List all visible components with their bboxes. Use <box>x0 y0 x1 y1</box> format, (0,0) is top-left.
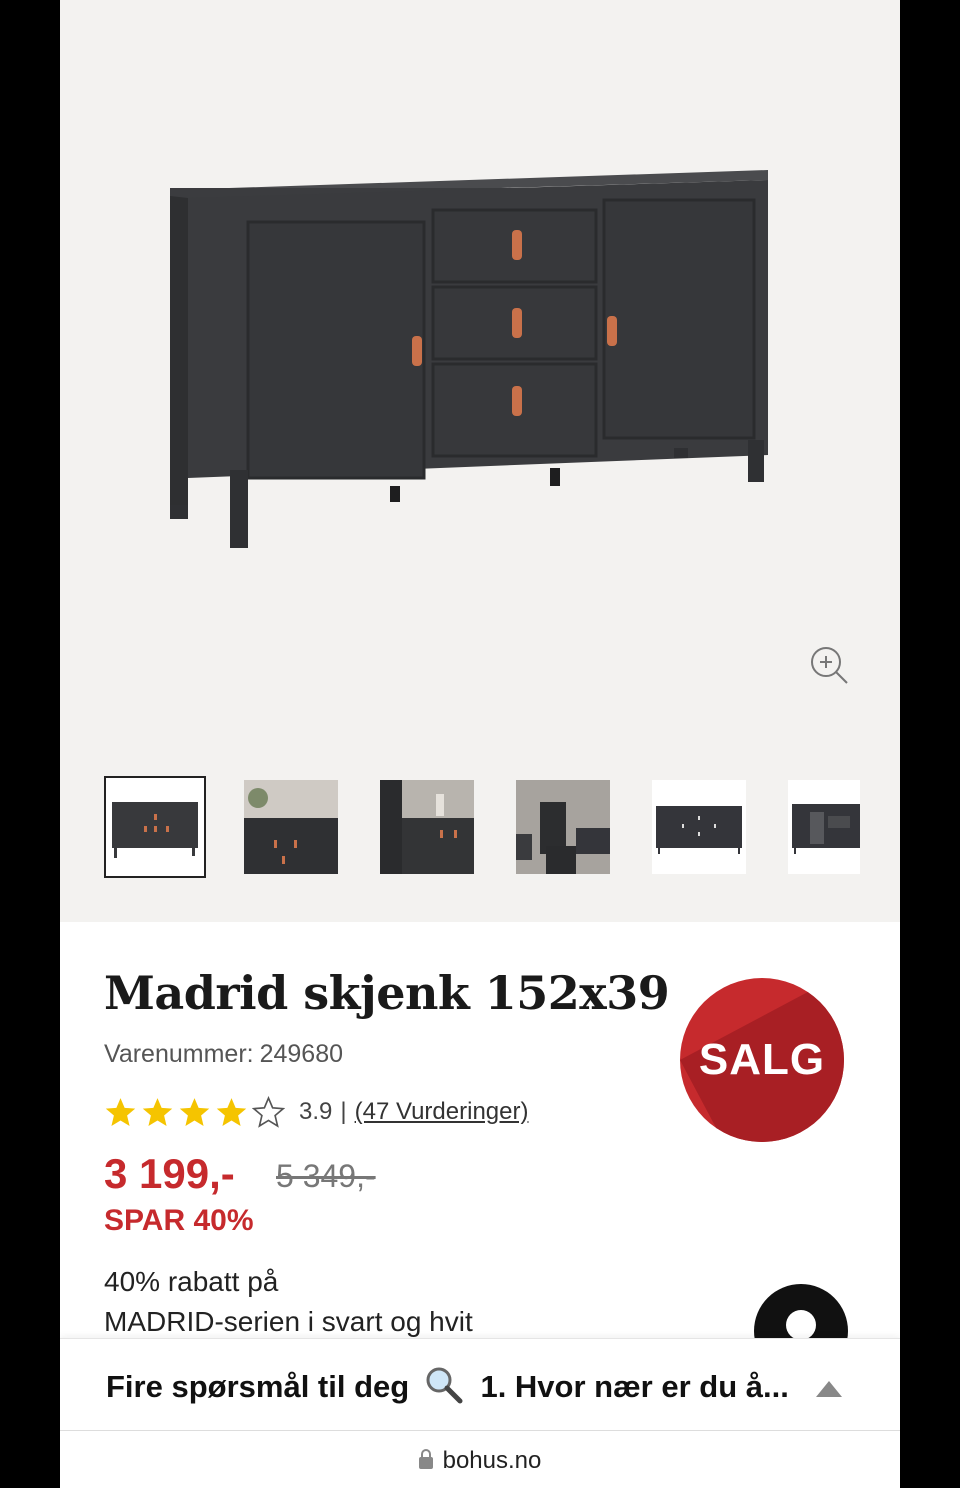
promo-line-1: 40% rabatt på <box>104 1266 279 1297</box>
thumbnail-strip <box>60 776 900 884</box>
sku-label: Varenummer: <box>104 1040 254 1068</box>
rating-value: 3.9 <box>299 1098 333 1125</box>
zoom-icon[interactable] <box>808 644 850 686</box>
magnifying-glass-icon <box>426 1367 463 1404</box>
browser-url-bar[interactable]: bohus.no <box>60 1430 900 1488</box>
survey-banner[interactable]: Fire spørsmål til deg 1. Hvor nær er du … <box>60 1338 900 1431</box>
product-title: Madrid skjenk 152x39 <box>104 966 670 1020</box>
thumbnail-4[interactable] <box>516 780 610 874</box>
image-gallery <box>60 0 900 922</box>
sku-line: Varenummer: 249680 <box>104 1040 343 1069</box>
rating: 3.9 | (47 Vurderinger) <box>104 1094 528 1130</box>
product-page: Madrid skjenk 152x39 Varenummer: 249680 S… <box>60 0 900 1488</box>
thumbnail-3[interactable] <box>380 780 474 874</box>
survey-banner-question: 1. Hvor nær er du å... <box>480 1369 789 1404</box>
star-full-icon <box>142 1097 173 1126</box>
thumbnail-5[interactable] <box>652 780 746 874</box>
sale-badge: SALG <box>680 978 844 1142</box>
url-text: bohus.no <box>60 1447 900 1475</box>
star-full-icon <box>216 1097 247 1126</box>
url-domain: bohus.no <box>442 1447 542 1474</box>
survey-banner-title: Fire spørsmål til deg <box>106 1369 410 1404</box>
star-full-icon <box>179 1097 210 1126</box>
star-rating <box>104 1095 285 1129</box>
current-price: 3 199,- <box>104 1150 235 1197</box>
promo-text: 40% rabatt på MADRID-serien i svart og h… <box>104 1262 624 1342</box>
savings-label: SPAR 40% <box>104 1204 254 1237</box>
chat-icon <box>786 1310 816 1340</box>
thumbnail-6[interactable] <box>788 780 860 874</box>
sku-value: 249680 <box>259 1040 344 1068</box>
reviews-link[interactable]: (47 Vurderinger) <box>355 1098 529 1126</box>
sale-badge-label: SALG <box>698 1035 826 1084</box>
lock-icon <box>418 1449 433 1469</box>
rating-separator: | <box>340 1098 347 1125</box>
thumbnail-2[interactable] <box>244 780 338 874</box>
star-empty-icon <box>252 1095 285 1128</box>
promo-line-2: MADRID-serien i svart og hvit <box>104 1306 473 1337</box>
product-main-image[interactable] <box>60 0 900 740</box>
thumbnail-1[interactable] <box>104 776 206 878</box>
star-full-icon <box>105 1097 136 1126</box>
old-price: 5 349,- <box>276 1158 376 1194</box>
survey-banner-text: Fire spørsmål til deg 1. Hvor nær er du … <box>106 1365 789 1405</box>
expand-arrow-icon[interactable] <box>816 1381 842 1397</box>
